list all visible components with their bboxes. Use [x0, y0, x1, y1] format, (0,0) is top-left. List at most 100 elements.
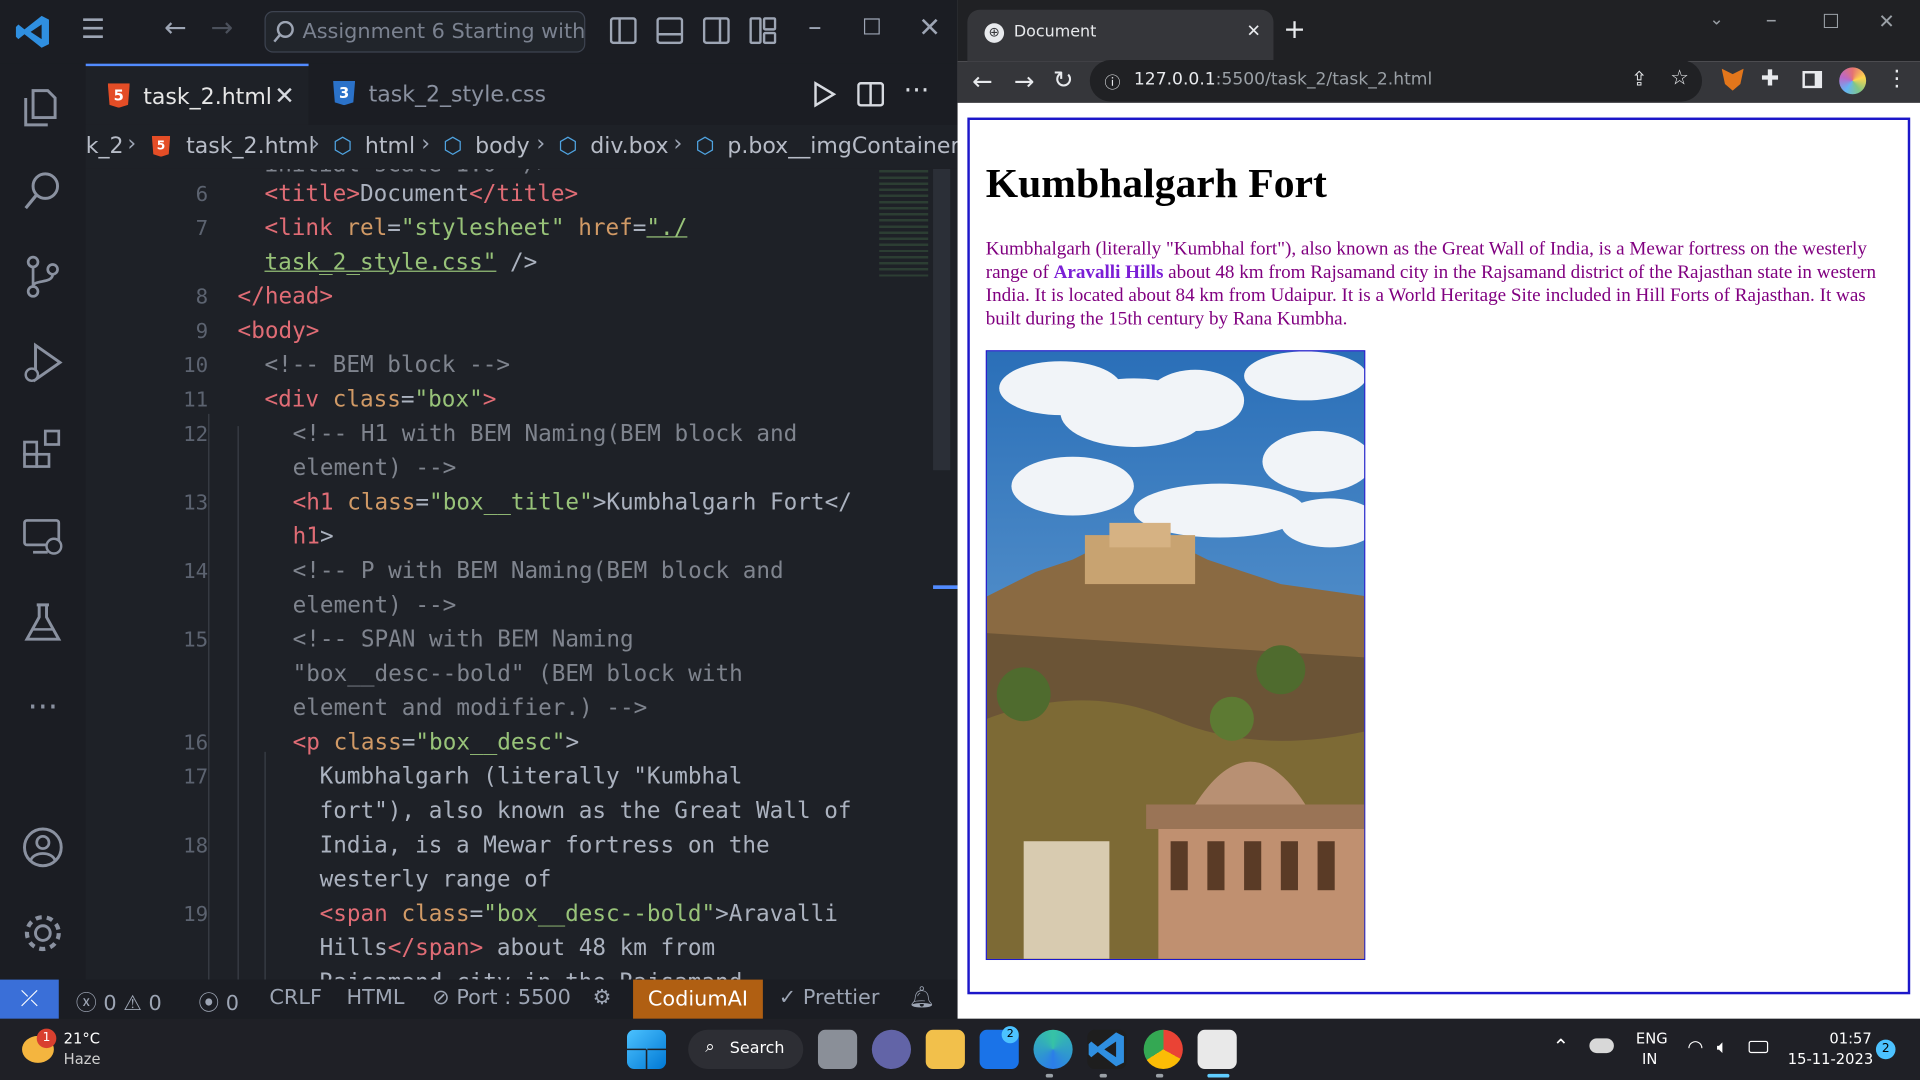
code-line: element) --> — [292, 592, 457, 619]
breadcrumb-div-box[interactable]: div.box — [590, 133, 668, 159]
browser-menu-icon[interactable]: ⋮ — [1886, 66, 1908, 92]
globe-icon: ⊕ — [984, 23, 1005, 43]
more-views-icon[interactable]: ··· — [21, 686, 65, 730]
run-code-icon[interactable] — [811, 81, 838, 108]
split-editor-icon[interactable] — [857, 81, 885, 108]
maximize-icon[interactable]: ☐ — [862, 15, 882, 41]
run-debug-icon[interactable] — [21, 340, 65, 384]
running-app-indicator — [1099, 1073, 1107, 1078]
onedrive-cloud-icon[interactable] — [1589, 1038, 1614, 1054]
indent-guide — [208, 413, 210, 980]
chrome-icon[interactable] — [1143, 1029, 1183, 1069]
extension-status-icon[interactable]: ⚙ — [593, 986, 612, 1010]
command-center-search[interactable]: Assignment 6 Starting with css — [264, 11, 586, 53]
vscode-titlebar: ☰ ← → Assignment 6 Starting with css – ☐… — [0, 0, 958, 64]
file-explorer-icon[interactable] — [925, 1029, 965, 1069]
extensions-puzzle-icon[interactable]: ✚ — [1761, 66, 1779, 92]
explorer-icon[interactable] — [21, 83, 65, 127]
close-tab-icon[interactable]: ✕ — [274, 81, 295, 110]
breadcrumb-body[interactable]: body — [475, 133, 530, 159]
browser-tab-document[interactable]: ⊕ Document ✕ — [967, 9, 1274, 62]
back-arrow-icon[interactable]: ← — [972, 66, 993, 95]
line-number: 12 — [183, 422, 209, 447]
close-window-icon[interactable]: ✕ — [1878, 10, 1894, 33]
tab-task-2-html[interactable]: 5 task_2.html ✕ — [85, 63, 309, 125]
eol-indicator[interactable]: CRLF — [269, 986, 322, 1010]
code-line: <!-- BEM block --> — [264, 352, 510, 379]
teams-chat-icon[interactable] — [871, 1029, 912, 1069]
volume-icon[interactable]: 🔈︎ — [1717, 1036, 1728, 1058]
site-info-icon[interactable]: ⓘ — [1104, 70, 1120, 93]
extensions-icon[interactable] — [21, 426, 65, 470]
clock-time[interactable]: 01:57 — [1829, 1030, 1871, 1047]
language-mode[interactable]: HTML — [347, 986, 405, 1010]
reload-icon[interactable]: ↻ — [1053, 65, 1074, 94]
settings-gear-icon[interactable] — [21, 911, 65, 955]
forward-arrow-icon[interactable]: → — [211, 13, 234, 44]
code-line: <p class="box__desc"> — [292, 729, 580, 756]
metamask-extension-icon[interactable] — [1721, 68, 1744, 91]
profile-avatar[interactable] — [1839, 67, 1867, 95]
windows-start-icon[interactable] — [626, 1029, 667, 1069]
remote-explorer-icon[interactable] — [21, 514, 65, 558]
bookmark-star-icon[interactable]: ☆ — [1670, 66, 1689, 90]
task-view-icon[interactable] — [817, 1029, 858, 1069]
maximize-icon[interactable]: ☐ — [1822, 10, 1840, 33]
clock-date[interactable]: 15-11-2023 — [1788, 1051, 1873, 1068]
customize-layout-icon[interactable] — [749, 17, 777, 45]
notification-count-badge[interactable]: 2 — [1875, 1039, 1896, 1060]
vscode-taskbar-icon[interactable] — [1087, 1029, 1127, 1069]
weather-temp[interactable]: 21°C — [64, 1030, 100, 1047]
toggle-secondary-sidebar-icon[interactable] — [702, 17, 730, 45]
prettier-status[interactable]: ✓ Prettier — [779, 986, 880, 1010]
taskbar-search[interactable]: ⌕ Search — [688, 1029, 804, 1069]
forward-arrow-icon[interactable]: → — [1014, 66, 1035, 95]
code-line: Hills</span> about 48 km from — [319, 935, 716, 962]
share-icon[interactable]: ⇪ — [1631, 67, 1647, 90]
wifi-icon[interactable]: ◠ — [1687, 1036, 1703, 1058]
battery-icon[interactable] — [1748, 1040, 1769, 1054]
minimize-icon[interactable]: – — [808, 12, 821, 43]
ports-indicator[interactable]: ⦿ 0 — [198, 986, 240, 1017]
toggle-sidebar-icon[interactable] — [609, 17, 637, 45]
search-sidebar-icon[interactable] — [21, 169, 65, 213]
tab-task-2-style-css[interactable]: 3 task_2_style.css — [311, 64, 556, 125]
breadcrumb-file[interactable]: task_2.html — [186, 133, 315, 159]
notifications-bell-icon[interactable]: 🔔︎ — [909, 986, 935, 1010]
editor-scrollbar[interactable] — [933, 168, 951, 471]
snipping-tool-icon[interactable] — [1197, 1029, 1237, 1069]
breadcrumb-folder[interactable]: k_2 — [86, 133, 124, 159]
side-panel-icon[interactable] — [1802, 71, 1823, 89]
code-editor[interactable]: 6 7 8 9 10 11 12 13 14 15 16 17 18 19 in… — [86, 168, 958, 980]
problems-indicator[interactable]: ⓧ 0 ⚠ 0 — [76, 986, 162, 1016]
source-control-icon[interactable] — [21, 255, 65, 299]
back-arrow-icon[interactable]: ← — [164, 13, 187, 44]
search-icon — [273, 20, 294, 43]
weather-desc[interactable]: Haze — [64, 1051, 101, 1068]
testing-icon[interactable] — [21, 600, 65, 644]
breadcrumb-html[interactable]: html — [365, 133, 415, 159]
scroll-position-marker — [933, 585, 958, 589]
remote-indicator-icon[interactable]: ⤫ — [0, 979, 59, 1019]
language-top[interactable]: ENG — [1636, 1030, 1668, 1047]
symbol-element-icon: ⬡ — [333, 133, 353, 160]
more-actions-icon[interactable]: ··· — [904, 76, 930, 107]
ports-count: 0 — [225, 991, 240, 1017]
chevron-up-icon[interactable]: ⌃ — [1553, 1035, 1569, 1058]
breadcrumb-p-imgcontainer[interactable]: p.box__imgContainer — [727, 133, 957, 159]
menu-icon[interactable]: ☰ — [81, 15, 105, 46]
toggle-panel-icon[interactable] — [656, 17, 684, 45]
minimize-icon[interactable]: – — [1766, 7, 1777, 33]
minimap[interactable] — [879, 168, 929, 280]
address-bar[interactable]: ⓘ 127.0.0.1:5500/task_2/task_2.html ⇪ ☆ — [1089, 60, 1703, 102]
url-path: :5500/task_2/task_2.html — [1215, 69, 1433, 90]
tab-search-chevron-icon[interactable]: ⌄ — [1709, 10, 1723, 30]
new-tab-icon[interactable]: + — [1283, 15, 1306, 46]
language-bottom[interactable]: IN — [1642, 1051, 1657, 1068]
accounts-icon[interactable] — [21, 825, 65, 869]
close-tab-icon[interactable]: ✕ — [1247, 22, 1261, 42]
close-window-icon[interactable]: ✕ — [918, 13, 941, 44]
codiumai-button[interactable]: CodiumAI — [633, 979, 763, 1019]
live-server-port[interactable]: ⊘ Port : 5500 — [432, 986, 571, 1010]
edge-icon[interactable] — [1033, 1029, 1073, 1069]
